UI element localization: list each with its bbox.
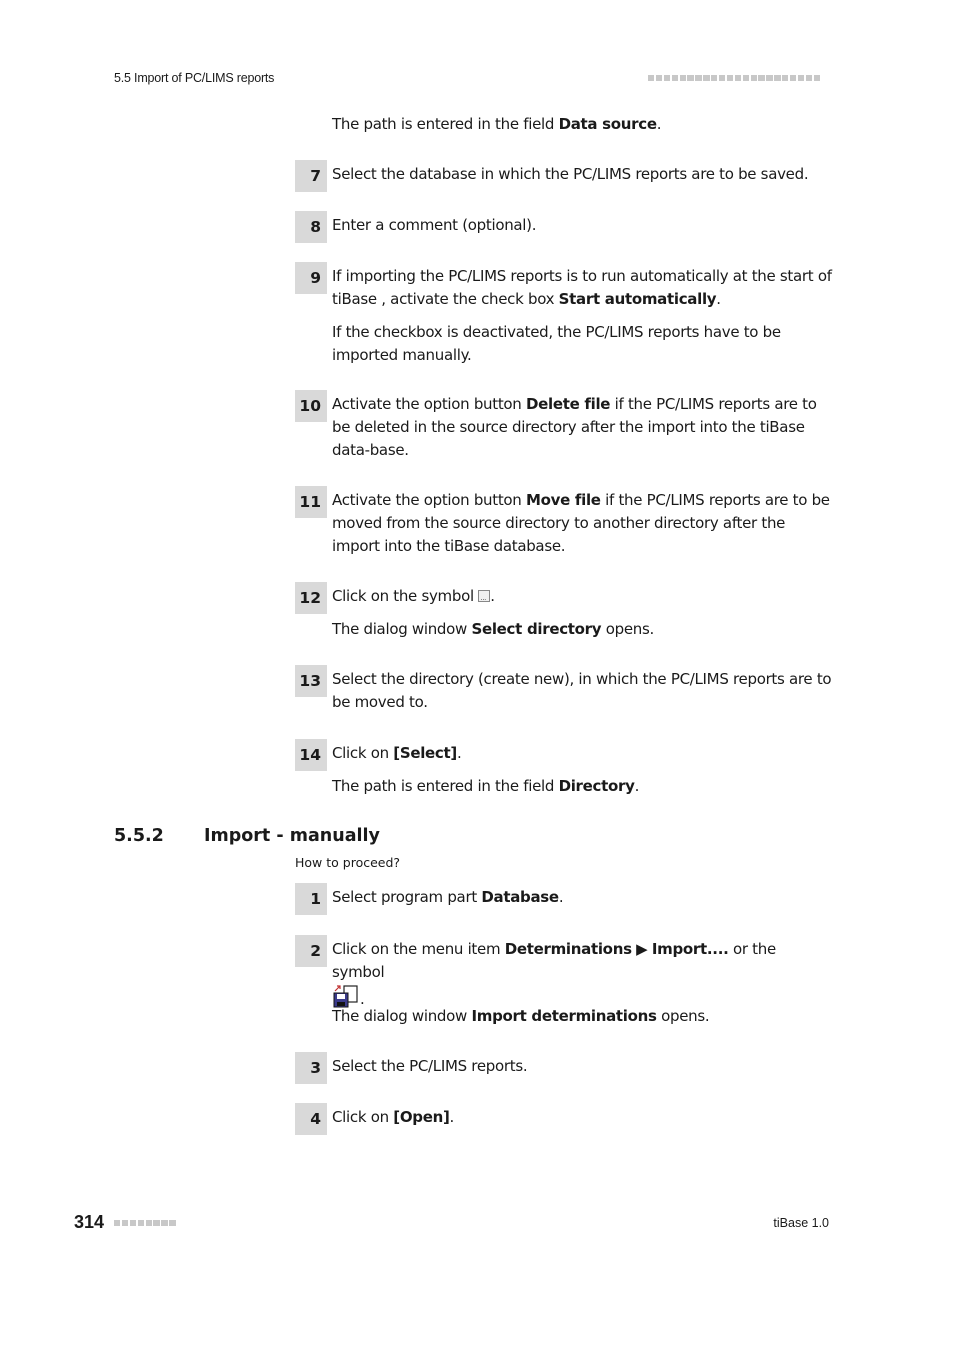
result-text: The path is entered in the field Directo… bbox=[332, 777, 640, 795]
section-title: Import - manually bbox=[204, 826, 380, 846]
step-number: 9 bbox=[295, 262, 327, 294]
step-text: Select the database in which the PC/LIMS… bbox=[332, 165, 809, 183]
step-number: 1 bbox=[295, 883, 327, 915]
running-header: 5.5 Import of PC/LIMS reports bbox=[114, 71, 275, 85]
step-text: If importing the PC/LIMS reports is to r… bbox=[332, 267, 832, 308]
result-text: The dialog window Select directory opens… bbox=[332, 620, 654, 638]
step-number: 10 bbox=[295, 390, 327, 422]
step-number: 7 bbox=[295, 160, 327, 192]
step-text: Click on the menu item Determinations ▶ … bbox=[332, 940, 776, 1008]
result-text: The path is entered in the field Data so… bbox=[332, 115, 662, 133]
step-text: Select the directory (create new), in wh… bbox=[332, 670, 832, 711]
step-text: Select program part Database. bbox=[332, 888, 564, 906]
step-number: 3 bbox=[295, 1052, 327, 1084]
step-text: Enter a comment (optional). bbox=[332, 216, 537, 234]
step-text: Click on the symbol . bbox=[332, 585, 832, 610]
step-text: Select the PC/LIMS reports. bbox=[332, 1057, 528, 1075]
browse-icon bbox=[478, 587, 491, 610]
step-text: Activate the option button Delete file i… bbox=[332, 395, 817, 459]
step-number: 13 bbox=[295, 665, 327, 697]
step-text: Click on [Open]. bbox=[332, 1108, 454, 1126]
section-number: 5.5.2 bbox=[114, 826, 164, 846]
header-decoration bbox=[648, 75, 820, 82]
step-number: 11 bbox=[295, 486, 327, 518]
step-number: 8 bbox=[295, 211, 327, 243]
footer-decoration bbox=[114, 1220, 176, 1227]
section-intro: How to proceed? bbox=[295, 855, 401, 870]
result-text: The dialog window Import determinations … bbox=[332, 1007, 710, 1025]
result-text: If the checkbox is deactivated, the PC/L… bbox=[332, 323, 781, 364]
step-number: 4 bbox=[295, 1103, 327, 1135]
step-text: Activate the option button Move file if … bbox=[332, 491, 830, 555]
page-number: 314 bbox=[74, 1212, 105, 1232]
step-number: 2 bbox=[295, 935, 327, 967]
step-text: Click on [Select]. bbox=[332, 744, 462, 762]
product-name: tiBase 1.0 bbox=[773, 1216, 829, 1230]
step-number: 14 bbox=[295, 739, 327, 771]
step-number: 12 bbox=[295, 582, 327, 614]
